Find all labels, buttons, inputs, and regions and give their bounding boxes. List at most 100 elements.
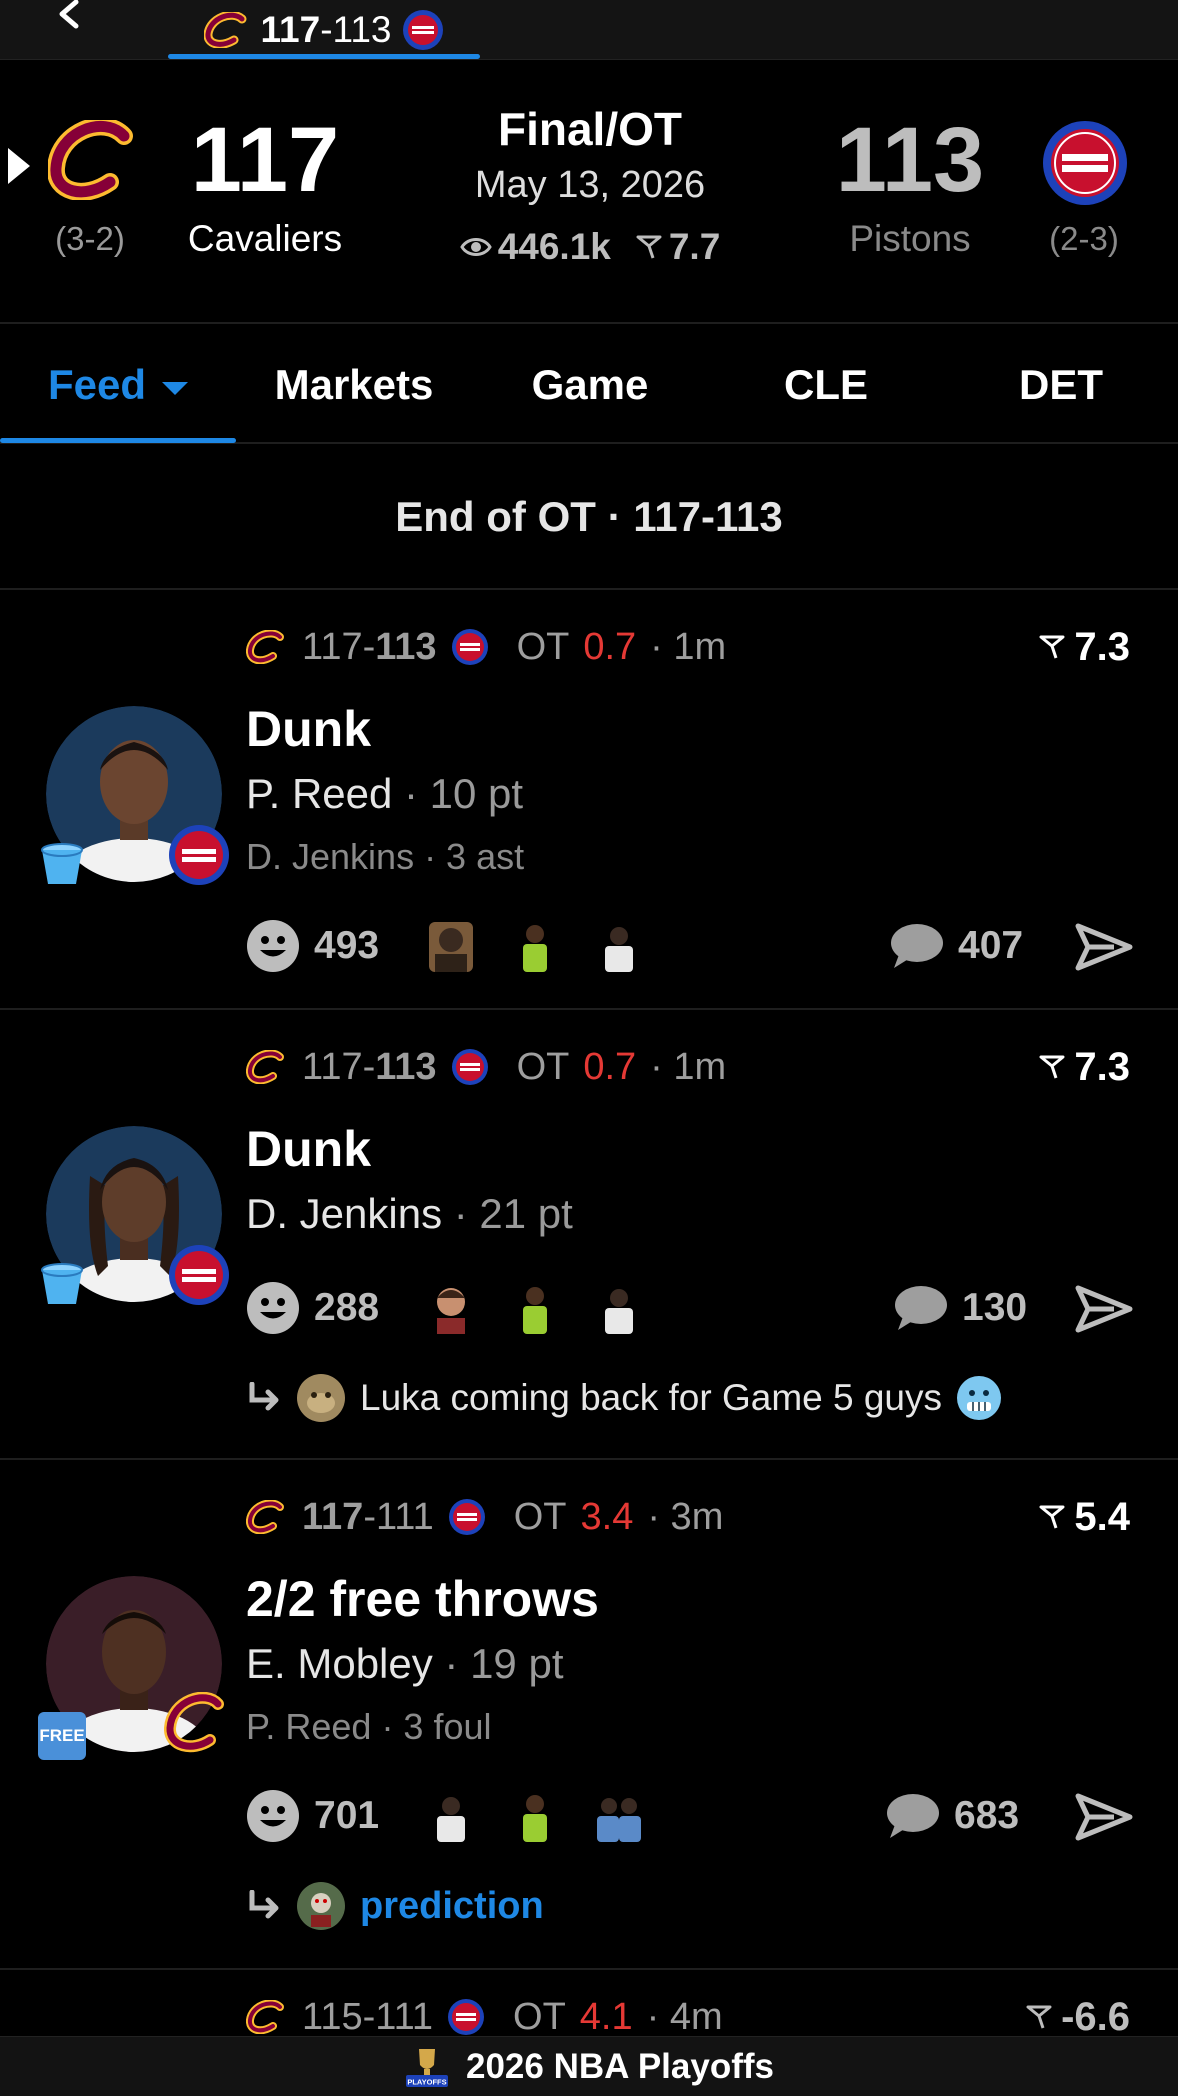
play-player-line[interactable]: E. Mobley · 19 pt <box>246 1640 564 1688</box>
rating-stat: 7.7 <box>635 226 720 268</box>
play-context: 117-113 OT 0.7 · 1m <box>246 622 726 672</box>
pistons-logo-icon <box>1043 121 1127 205</box>
tab-feed[interactable]: Feed <box>0 326 236 444</box>
game-tab[interactable]: 117-113 <box>168 0 480 60</box>
tab-markets[interactable]: Markets <box>236 326 472 444</box>
comment-count: 683 <box>954 1794 1020 1837</box>
nav-score-home: 117 <box>260 9 321 50</box>
cavaliers-logo-icon <box>204 12 247 48</box>
views-stat: 446.1k <box>459 226 611 268</box>
reply-arrow-icon <box>249 1382 279 1411</box>
play-period: OT <box>516 625 570 668</box>
play-rating-value: 7.3 <box>1074 1044 1130 1089</box>
rating-flag-icon <box>1039 1055 1065 1079</box>
game-date: May 13, 2026 <box>474 164 706 206</box>
tab-cle[interactable]: CLE <box>708 326 944 444</box>
share-send-icon[interactable] <box>1074 1792 1134 1842</box>
top-reply[interactable]: prediction <box>246 1876 544 1936</box>
play-score-home: 115 <box>302 1995 363 2037</box>
play-rating[interactable]: 7.3 <box>1038 622 1130 672</box>
game-meta: 446.1k 7.7 <box>430 226 750 268</box>
reply-text: Luka coming back for Game 5 guys <box>360 1377 943 1418</box>
back-arrow-icon[interactable] <box>50 0 90 36</box>
home-record: (3-2) <box>55 220 125 257</box>
play-score-sep: - <box>362 1045 376 1088</box>
reply-prediction-link[interactable]: prediction <box>360 1885 544 1928</box>
cavaliers-logo-icon <box>246 630 284 664</box>
play-secondary-line: D. Jenkins · 3 ast <box>246 836 525 877</box>
rating-flag-icon <box>1026 2005 1052 2029</box>
pistons-logo-icon <box>451 1049 488 1085</box>
play-ago: · 4m <box>646 1995 723 2037</box>
free-badge: FREE <box>38 1712 86 1760</box>
bottom-banner[interactable]: PLAYOFFS 2026 NBA Playoffs <box>0 2036 1178 2096</box>
reactions-bar[interactable]: 701 <box>246 1786 647 1846</box>
play-ago: · 3m <box>647 1495 724 1538</box>
comments-button[interactable]: 130 <box>892 1278 1027 1338</box>
smiley-reaction-icon[interactable] <box>246 1281 300 1335</box>
smiley-reaction-icon[interactable] <box>246 1789 300 1843</box>
play-score-sep: - <box>362 1995 376 2037</box>
comment-count: 130 <box>962 1286 1028 1329</box>
away-team-name[interactable]: Pistons <box>812 218 1008 260</box>
player-name[interactable]: E. Mobley <box>246 1640 433 1687</box>
reaction-count: 701 <box>314 1794 380 1837</box>
play-rating-value: 5.4 <box>1074 1494 1130 1539</box>
reactions-bar[interactable]: 288 <box>246 1278 647 1338</box>
player-name[interactable]: D. Jenkins <box>246 1190 442 1237</box>
share-send-icon[interactable] <box>1074 1284 1134 1334</box>
play-context: 117-113 OT 0.7 · 1m <box>246 1042 726 1092</box>
comments-button[interactable]: 407 <box>888 916 1023 976</box>
comments-button[interactable]: 683 <box>884 1786 1019 1846</box>
player-name[interactable]: P. Reed <box>246 770 392 817</box>
feed-item[interactable]: 117-113 OT 0.7 · 1m 7.3 Dunk D. Jenkins … <box>0 1012 1178 1460</box>
play-secondary-line: P. Reed · 3 foul <box>246 1706 492 1747</box>
play-context: 115-111 OT 4.1 · 4m <box>246 1992 723 2036</box>
game-rating: 7.7 <box>668 226 721 267</box>
play-rating[interactable]: -6.6 <box>1025 1992 1130 2036</box>
playoffs-logo-text: PLAYOFFS <box>407 2077 446 2086</box>
reply-user-avatar[interactable] <box>296 1373 346 1423</box>
smiley-reaction-icon[interactable] <box>246 919 300 973</box>
tab-game[interactable]: Game <box>472 326 708 444</box>
share-send-icon[interactable] <box>1074 922 1134 972</box>
play-score-away: 111 <box>375 1995 434 2037</box>
reactions-bar[interactable]: 493 <box>246 916 647 976</box>
play-title: Dunk <box>246 1121 371 1177</box>
play-score-home: 117 <box>302 1045 363 1088</box>
cavaliers-logo-icon <box>246 2000 284 2034</box>
play-rating[interactable]: 5.4 <box>1038 1492 1130 1542</box>
play-rating[interactable]: 7.3 <box>1038 1042 1130 1092</box>
feed-item[interactable]: 117-113 OT 0.7 · 1m 7.3 Dunk P. Reed · 1… <box>0 592 1178 1010</box>
pistons-logo-icon <box>169 825 229 885</box>
play-player-line[interactable]: D. Jenkins · 21 pt <box>246 1190 573 1238</box>
tab-det[interactable]: DET <box>944 326 1178 444</box>
reply-arrow-icon <box>249 1890 279 1919</box>
cavaliers-logo-icon <box>164 1692 224 1753</box>
playoffs-trophy-icon: PLAYOFFS <box>406 2048 448 2087</box>
comment-bubble-icon <box>895 1286 947 1330</box>
top-reply[interactable]: Luka coming back for Game 5 guys <box>246 1368 1002 1428</box>
reaction-avatar-icon <box>437 1797 466 1842</box>
home-team-name[interactable]: Cavaliers <box>160 218 370 260</box>
player-stat: · 21 pt <box>453 1190 573 1237</box>
home-score: 117 <box>190 109 340 211</box>
play-clock: 3.4 <box>580 1495 634 1538</box>
feed-item-partial[interactable]: 115-111 OT 4.1 · 4m -6.6 <box>0 1970 1178 2036</box>
play-score-sep: - <box>362 625 376 668</box>
reaction-avatar-icon <box>523 925 548 972</box>
play-score-home: 117 <box>302 1495 364 1538</box>
chevron-down-icon[interactable] <box>162 381 189 395</box>
feed-item[interactable]: FREE 117-111 OT 3.4 · 3m 5.4 2/2 free th… <box>0 1462 1178 1970</box>
reaction-avatar-icon <box>605 1289 634 1334</box>
play-ago: · 1m <box>650 1045 727 1088</box>
play-player-line[interactable]: P. Reed · 10 pt <box>246 770 523 818</box>
play-period: OT <box>516 1045 570 1088</box>
reaction-avatar-icon <box>523 1287 548 1334</box>
reply-user-avatar[interactable] <box>296 1881 346 1931</box>
play-period: OT <box>513 1995 566 2037</box>
reaction-avatar-icon <box>437 1288 466 1334</box>
expand-arrow-icon[interactable] <box>8 148 30 184</box>
play-score-sep: - <box>363 1495 376 1538</box>
play-clock: 0.7 <box>583 1045 637 1088</box>
